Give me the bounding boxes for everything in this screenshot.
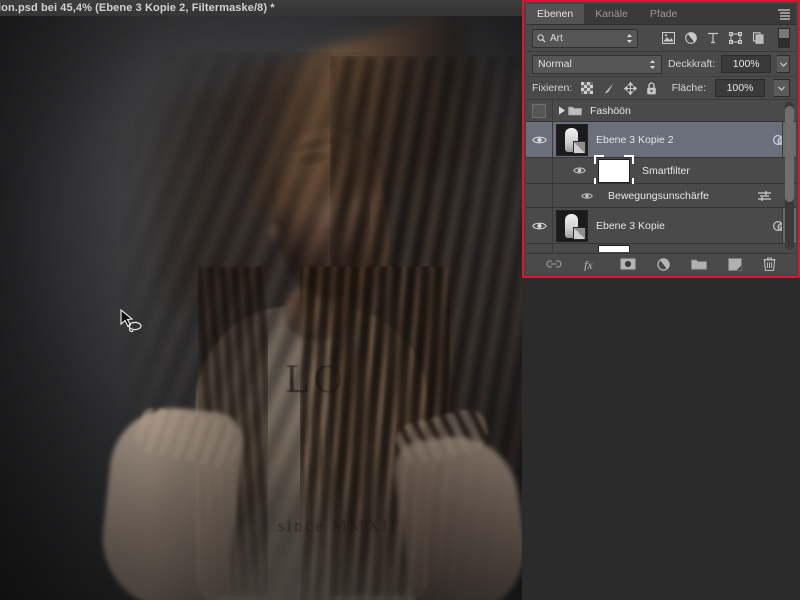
lock-bar: Fixieren: Fläche: 100% xyxy=(526,77,796,100)
filter-name: Bewegungsunschärfe xyxy=(608,190,709,202)
smartfilter-visibility-toggle[interactable] xyxy=(566,166,592,175)
eye-icon xyxy=(581,192,593,200)
type-layer-filter-icon[interactable] xyxy=(707,32,719,44)
document-titlebar: ion.psd bei 45,4% (Ebene 3 Kopie 2, Filt… xyxy=(0,0,522,17)
fill-stepper[interactable] xyxy=(774,79,790,97)
filter-mask-thumbnail[interactable] xyxy=(598,245,630,253)
new-adjustment-layer-icon[interactable] xyxy=(657,258,670,271)
tab-ebenen[interactable]: Ebenen xyxy=(526,4,584,24)
lock-all-icon[interactable] xyxy=(646,82,657,95)
filter-type-icons xyxy=(662,32,765,44)
lock-image-pixels-icon[interactable] xyxy=(602,82,615,95)
visibility-column-divider xyxy=(552,208,553,243)
updown-arrows-icon xyxy=(649,59,656,70)
visibility-empty-box xyxy=(532,104,546,118)
layer-row-group[interactable]: Fashöön xyxy=(526,100,796,122)
add-layer-style-fx-icon[interactable]: fx xyxy=(583,258,599,271)
eye-icon xyxy=(532,135,547,145)
smart-object-badge-icon xyxy=(573,141,586,154)
layer-list[interactable]: Fashöön Ebene 3 Kopie 2 xyxy=(526,100,796,252)
layer-thumbnail[interactable] xyxy=(556,210,588,242)
opacity-value[interactable]: 100% xyxy=(721,55,771,73)
visibility-column-divider xyxy=(552,122,553,157)
panel-tabbar: Ebenen Kanäle Pfade xyxy=(526,4,796,25)
blend-mode-bar: Normal Deckkraft: 100% xyxy=(526,52,796,77)
layer-filter-bar: Art xyxy=(526,25,796,52)
tab-pfade[interactable]: Pfade xyxy=(639,4,688,24)
filter-kind-label: Art xyxy=(550,33,563,44)
updown-arrows-icon xyxy=(626,33,633,44)
filter-row-bewegungsunschaerfe[interactable]: Bewegungsunschärfe xyxy=(526,184,796,208)
group-name: Fashöön xyxy=(590,105,631,117)
smartfilter-label: Smartfilter xyxy=(642,165,690,177)
svg-text:fx: fx xyxy=(584,258,593,271)
opacity-label: Deckkraft: xyxy=(668,58,715,70)
vertical-scrollbar[interactable] xyxy=(785,102,794,250)
group-visibility-toggle[interactable] xyxy=(526,104,552,118)
eye-icon xyxy=(573,166,586,175)
scrollbar-thumb[interactable] xyxy=(785,106,794,202)
filter-mask-thumbnail-wrap[interactable] xyxy=(598,159,630,183)
folder-icon xyxy=(568,105,582,116)
filter-kind-select[interactable]: Art xyxy=(532,29,638,48)
filter-enable-toggle[interactable] xyxy=(778,28,790,48)
visibility-column-divider xyxy=(552,244,553,252)
layer-row-ebene-3-kopie-2[interactable]: Ebene 3 Kopie 2 xyxy=(526,122,796,158)
smartfilter-row-2[interactable]: Smartfilter xyxy=(526,244,796,252)
adjustment-layer-filter-icon[interactable] xyxy=(685,32,697,44)
tab-ebenen-label: Ebenen xyxy=(537,8,573,20)
canvas-vignette xyxy=(0,16,522,600)
filter-options-wrap xyxy=(757,184,772,207)
visibility-column-divider xyxy=(552,100,553,121)
delete-layer-icon[interactable] xyxy=(763,257,776,271)
triangle-right-icon[interactable] xyxy=(558,106,566,115)
filter-visibility-toggle[interactable] xyxy=(574,192,600,200)
tab-pfade-label: Pfade xyxy=(650,8,677,20)
blend-mode-select[interactable]: Normal xyxy=(532,55,662,74)
filter-mask-thumbnail-wrap[interactable] xyxy=(598,245,630,253)
visibility-column-divider xyxy=(552,158,553,183)
document-window: ion.psd bei 45,4% (Ebene 3 Kopie 2, Filt… xyxy=(0,0,522,600)
chevron-down-icon xyxy=(780,62,787,67)
layer-name: Ebene 3 Kopie 2 xyxy=(596,134,674,146)
panel-menu-icon[interactable] xyxy=(777,8,791,20)
photoshop-window: ion.psd bei 45,4% (Ebene 3 Kopie 2, Filt… xyxy=(0,0,800,600)
visibility-column-divider xyxy=(552,184,553,207)
layer-visibility-toggle[interactable] xyxy=(526,221,552,231)
layers-panel: Ebenen Kanäle Pfade xyxy=(522,0,800,278)
smart-object-badge-icon xyxy=(573,227,586,240)
fill-value[interactable]: 100% xyxy=(715,79,765,97)
new-layer-icon[interactable] xyxy=(728,258,742,271)
tab-kanaele-label: Kanäle xyxy=(595,8,628,20)
new-group-icon[interactable] xyxy=(691,258,707,270)
lock-label: Fixieren: xyxy=(532,82,572,94)
link-layers-icon[interactable] xyxy=(546,259,562,269)
image-canvas[interactable]: LO since MMXII xyxy=(0,16,522,600)
layers-bottom-toolbar: fx xyxy=(526,253,796,274)
filter-blending-options-icon[interactable] xyxy=(757,190,772,202)
layer-thumbnail[interactable] xyxy=(556,124,588,156)
pixel-layer-filter-icon[interactable] xyxy=(662,32,675,44)
selection-brackets xyxy=(594,155,634,187)
search-icon xyxy=(537,34,546,43)
add-layer-mask-icon[interactable] xyxy=(620,258,636,270)
document-title: ion.psd bei 45,4% (Ebene 3 Kopie 2, Filt… xyxy=(0,2,275,14)
opacity-stepper[interactable] xyxy=(777,55,790,73)
eye-icon xyxy=(532,221,547,231)
smartfilter-row-1[interactable]: Smartfilter xyxy=(526,158,796,184)
layer-visibility-toggle[interactable] xyxy=(526,135,552,145)
shape-layer-filter-icon[interactable] xyxy=(729,32,742,44)
blend-mode-value: Normal xyxy=(538,58,572,70)
smart-object-filter-icon[interactable] xyxy=(752,32,765,44)
lock-position-icon[interactable] xyxy=(624,82,637,95)
layer-row-ebene-3-kopie[interactable]: Ebene 3 Kopie xyxy=(526,208,796,244)
smartfilter-label: Smartfilter xyxy=(642,251,690,253)
layer-name: Ebene 3 Kopie xyxy=(596,220,665,232)
chevron-down-icon xyxy=(778,86,785,91)
lock-transparent-pixels-icon[interactable] xyxy=(581,82,593,94)
fill-label: Fläche: xyxy=(672,82,706,94)
tab-kanaele[interactable]: Kanäle xyxy=(584,4,639,24)
